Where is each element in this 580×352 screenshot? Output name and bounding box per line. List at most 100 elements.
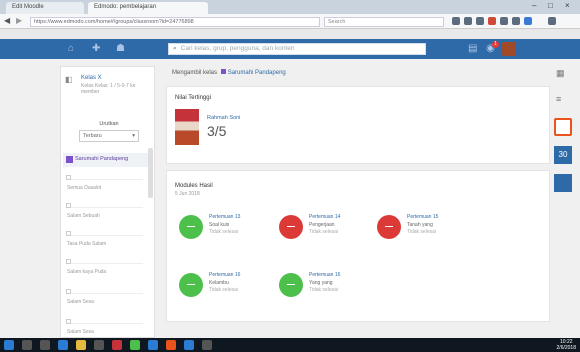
module-subtitle: Soal kuis — [209, 222, 230, 228]
tab-label: Edmodo: pembelajaran — [94, 4, 157, 10]
module-item[interactable]: Pertemuan 16 Kelambu Tidak selesai — [179, 269, 279, 309]
search-input[interactable]: ⌕ Cari kelas, grup, pengguna, dan konten — [168, 43, 426, 55]
module-title[interactable]: Pertemuan 13 — [209, 214, 240, 220]
groups-icon[interactable]: ☗ — [116, 43, 125, 54]
module-status: Tidak selesai — [407, 229, 436, 235]
calendar-icon[interactable]: 30 — [554, 146, 572, 164]
module-item[interactable]: Pertemuan 15 Tanah yang Tidak selesai — [377, 211, 477, 251]
list-item[interactable]: Salam Sesa — [66, 319, 143, 337]
list-item[interactable]: Tasa Puda Salam — [66, 231, 143, 249]
extension-icon[interactable] — [512, 17, 520, 25]
module-item[interactable]: Pertemuan 14 Pengerjaan Tidak selesai — [279, 211, 379, 251]
card-heading: Nilai Tertinggi — [175, 95, 211, 101]
checkbox[interactable] — [66, 203, 71, 208]
module-status: Tidak selesai — [209, 229, 238, 235]
checkbox[interactable] — [66, 319, 71, 324]
bookmark-icon[interactable] — [452, 17, 460, 25]
minimize-button[interactable]: – — [532, 1, 536, 10]
group-subtitle: Kelas Kelas: 1 / 5-0-7 ke member — [81, 83, 136, 95]
checkbox[interactable] — [66, 175, 71, 180]
menu-icon[interactable] — [500, 17, 508, 25]
section-label: Sarumahi Pandapeng — [75, 156, 129, 162]
module-title[interactable]: Pertemuan 16 — [209, 272, 240, 278]
module-status: Tidak selesai — [309, 229, 338, 235]
list-item[interactable]: Salam Sebuah — [66, 203, 143, 221]
taskbar-clock[interactable]: 10:22 2/6/2018 — [557, 339, 576, 351]
status-circle — [179, 215, 203, 239]
checkbox[interactable] — [66, 231, 71, 236]
download-icon[interactable] — [464, 17, 472, 25]
task-view-icon[interactable] — [40, 340, 50, 350]
calendar-day: 30 — [558, 150, 568, 159]
search-placeholder: Cari kelas, grup, pengguna, dan konten — [180, 45, 295, 52]
discover-icon[interactable]: ✚ — [92, 43, 100, 54]
module-subtitle: Yang yang — [309, 280, 333, 286]
word-icon[interactable] — [148, 340, 158, 350]
list-item-label: Salam Sesa — [67, 299, 94, 305]
home-icon[interactable]: ⌂ — [68, 43, 74, 54]
list-item[interactable]: Salam Sesa — [66, 289, 143, 307]
list-item[interactable]: Salam kaya Puda — [66, 259, 143, 277]
status-circle — [377, 215, 401, 239]
home-icon[interactable] — [476, 17, 484, 25]
breadcrumb-current[interactable]: Sarumahi Pandapeng — [228, 70, 286, 76]
group-sidebar: ◧ Kelas X Kelas Kelas: 1 / 5-0-7 ke memb… — [60, 66, 155, 338]
sort-value: Terbaru — [83, 133, 102, 139]
module-status: Tidak selesai — [209, 287, 238, 293]
list-item-label: Salam kaya Puda — [67, 269, 107, 275]
checkbox[interactable] — [66, 259, 71, 264]
module-item[interactable]: Pertemuan 13 Soal kuis Tidak selesai — [179, 211, 279, 251]
powerpoint-icon[interactable] — [166, 340, 176, 350]
messages-icon[interactable]: ▤ — [468, 43, 477, 54]
list-item-label: Semua Dasalot — [67, 185, 102, 191]
module-title[interactable]: Pertemuan 16 — [309, 272, 340, 278]
sidebar-scrollbar[interactable] — [148, 148, 153, 198]
breadcrumb-prefix: Mengambil kelas — [172, 70, 218, 76]
module-item[interactable]: Pertemuan 16 Yang yang Tidak selesai — [279, 269, 379, 309]
notification-badge: 1 — [492, 41, 499, 48]
app-icon[interactable] — [202, 340, 212, 350]
browser-tab-active[interactable]: Edmodo: pembelajaran — [88, 2, 208, 14]
group-title[interactable]: Kelas X — [81, 75, 102, 81]
page-top-strip — [0, 29, 580, 39]
url-field[interactable]: https://www.edmodo.com/home#/groups/clas… — [30, 17, 320, 27]
office-icon[interactable] — [554, 118, 572, 136]
student-name[interactable]: Rahmah Soni — [207, 115, 240, 121]
print-icon[interactable]: ▦ — [556, 68, 565, 79]
forward-icon[interactable]: ▶ — [16, 16, 22, 25]
search-icon[interactable] — [22, 340, 32, 350]
module-title[interactable]: Pertemuan 15 — [407, 214, 438, 220]
module-title[interactable]: Pertemuan 14 — [309, 214, 340, 220]
module-status: Tidak selesai — [309, 287, 338, 293]
pocket-icon[interactable] — [524, 17, 532, 25]
store-icon[interactable] — [94, 340, 104, 350]
app-icon[interactable] — [112, 340, 122, 350]
app-icon[interactable] — [184, 340, 194, 350]
modules-card: Modules Hasil 5 Jun 2018 Pertemuan 13 So… — [166, 170, 550, 322]
maximize-button[interactable]: □ — [548, 1, 553, 10]
addon-icon[interactable] — [488, 17, 496, 25]
top-student-card: Nilai Tertinggi Rahmah Soni 3/5 — [166, 86, 550, 164]
edge-icon[interactable] — [58, 340, 68, 350]
quiz-icon[interactable] — [554, 174, 572, 192]
sort-select[interactable]: Terbaru ▾ — [79, 130, 139, 142]
avatar[interactable] — [502, 42, 516, 56]
back-icon[interactable]: ◀ — [4, 16, 10, 25]
browser-tab-bar: Edit Moodle Edmodo: pembelajaran – □ × — [0, 0, 580, 14]
browser-tab[interactable]: Edit Moodle — [6, 2, 84, 14]
student-score: 3/5 — [207, 123, 227, 139]
start-icon[interactable] — [4, 340, 14, 350]
list-item[interactable]: Semua Dasalot — [66, 175, 143, 193]
app-icon[interactable] — [130, 340, 140, 350]
list-icon[interactable]: ≡ — [556, 94, 561, 104]
checkbox[interactable] — [66, 289, 71, 294]
close-button[interactable]: × — [565, 1, 570, 10]
sort-label: Urutkan — [99, 121, 119, 127]
explorer-icon[interactable] — [76, 340, 86, 350]
hamburger-menu-icon[interactable] — [548, 17, 556, 25]
browser-search-input[interactable]: Search — [324, 17, 444, 27]
status-circle — [279, 273, 303, 297]
selected-section[interactable]: Sarumahi Pandapeng — [63, 153, 151, 167]
os-taskbar: 10:22 2/6/2018 — [0, 338, 580, 352]
status-circle — [279, 215, 303, 239]
